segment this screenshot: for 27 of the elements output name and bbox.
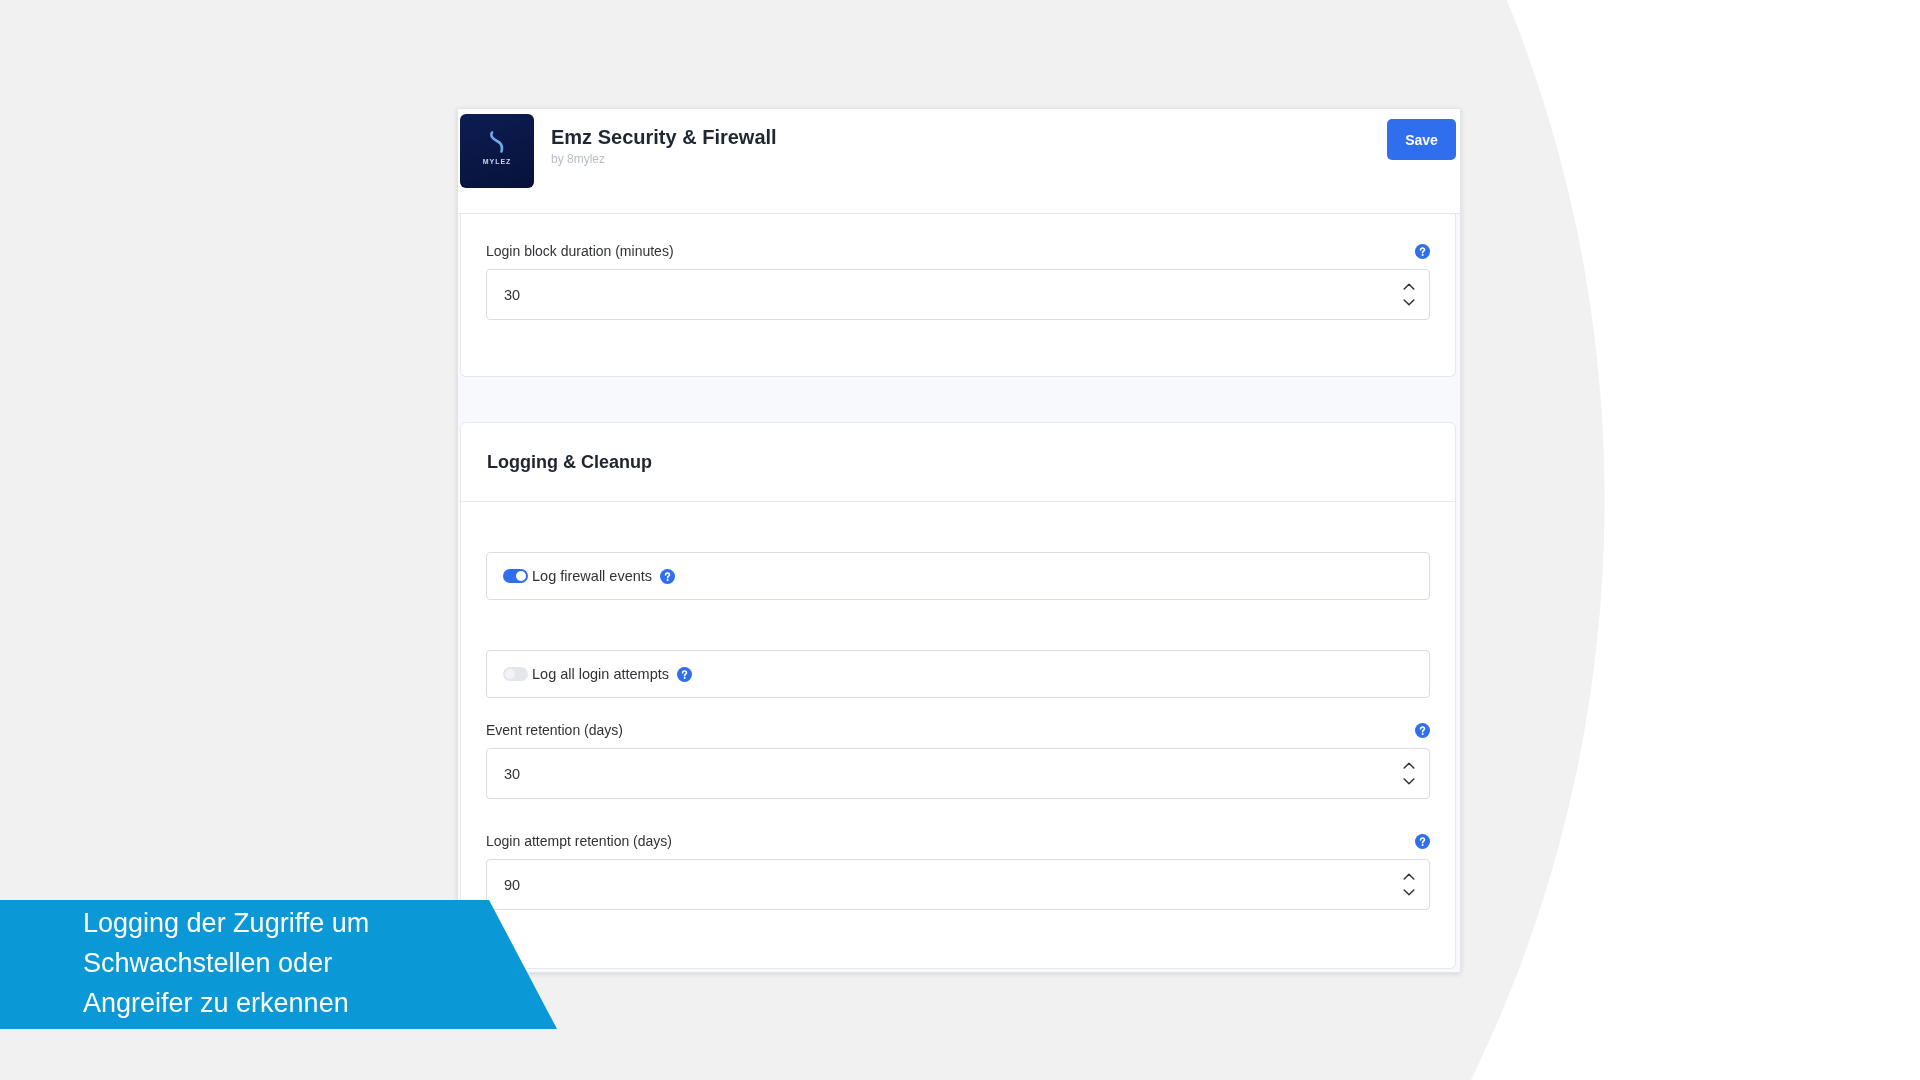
help-icon[interactable] — [1415, 244, 1430, 259]
toggle-label: Log all login attempts — [532, 665, 670, 683]
author-text: by 8mylez — [551, 152, 607, 167]
help-icon[interactable] — [660, 568, 676, 584]
chevron-up-icon[interactable] — [1403, 873, 1415, 880]
help-icon[interactable] — [677, 666, 693, 682]
chevron-up-icon[interactable] — [1403, 762, 1415, 769]
toggle-switch[interactable] — [503, 667, 528, 681]
toggle-switch[interactable] — [503, 569, 528, 583]
chevron-down-icon[interactable] — [1403, 299, 1415, 306]
chevron-down-icon[interactable] — [1403, 889, 1415, 896]
swoosh-icon — [489, 131, 505, 153]
toggle-label: Log firewall events — [532, 567, 653, 585]
number-field[interactable]: 30 — [486, 269, 1430, 320]
app-title: Emz Security & Firewall — [551, 125, 778, 149]
caption-text: Logging der Zugriffe um Schwachstellen oder Angreifer zu erkennen — [83, 907, 371, 1020]
chevron-down-icon[interactable] — [1403, 778, 1415, 785]
field-label: Event retention (days) — [486, 722, 623, 739]
number-field[interactable]: 90 — [486, 859, 1430, 910]
save-button[interactable]: Save — [1387, 119, 1456, 160]
chevron-up-icon[interactable] — [1403, 283, 1415, 290]
help-icon[interactable] — [1415, 723, 1430, 738]
field-label: Login attempt retention (days) — [486, 833, 672, 850]
help-icon[interactable] — [1415, 834, 1430, 849]
field-label: Login block duration (minutes) — [486, 243, 674, 260]
section-heading: Logging & Cleanup — [487, 451, 652, 473]
number-field[interactable]: 30 — [486, 748, 1430, 799]
